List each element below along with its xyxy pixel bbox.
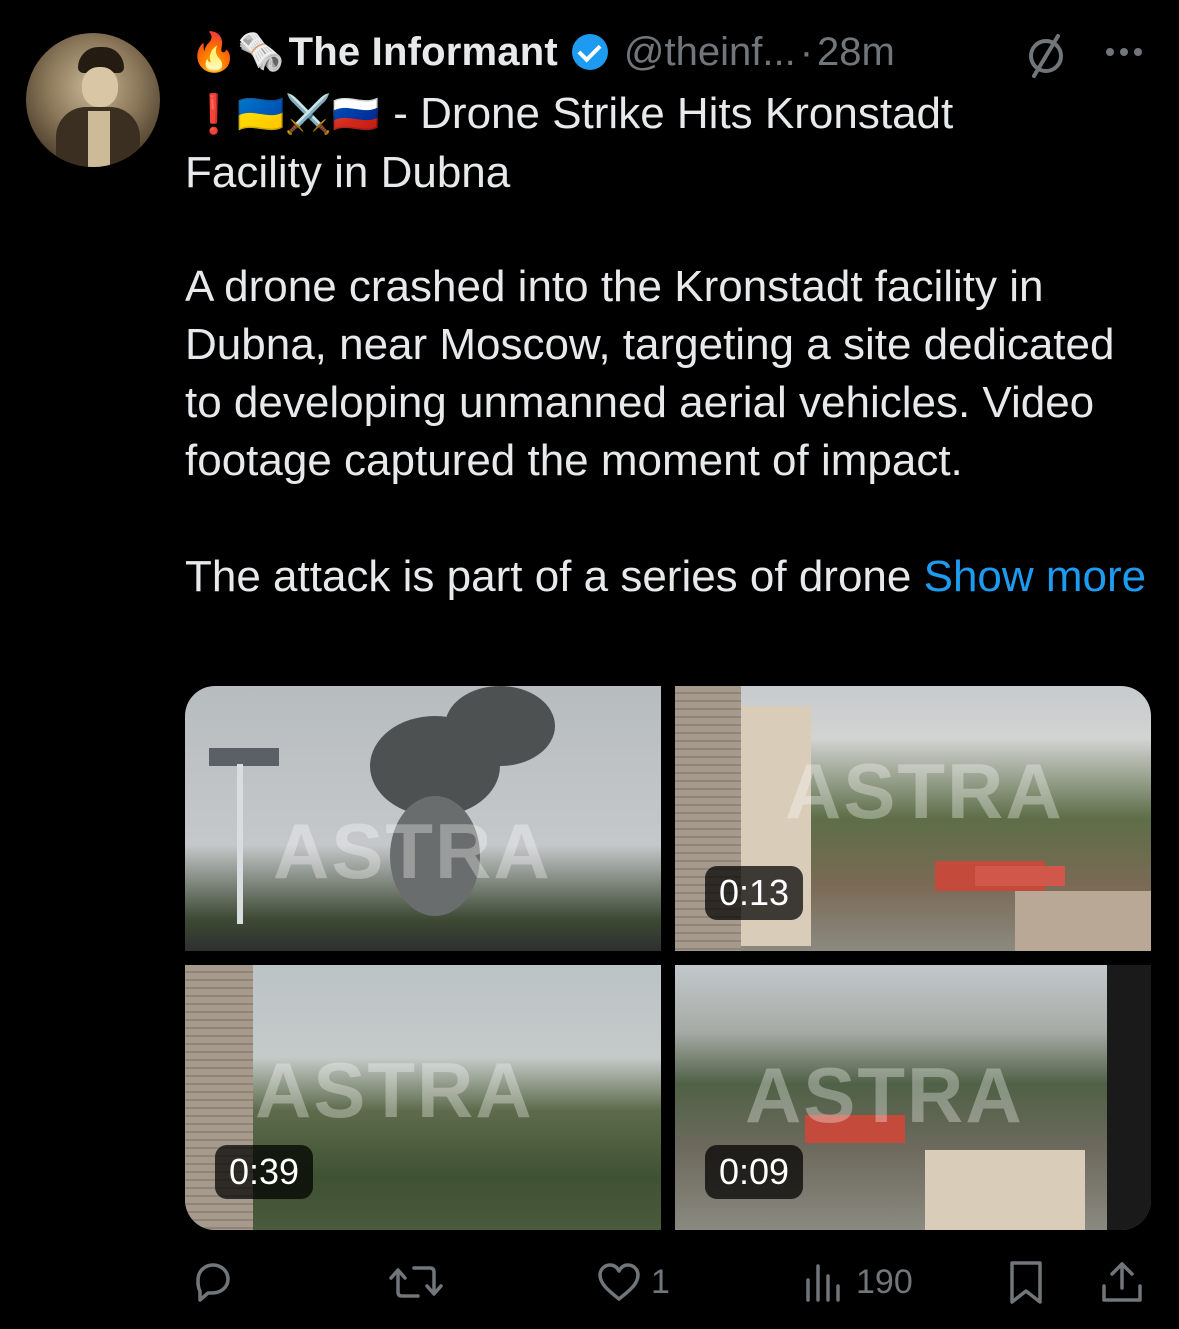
share-button[interactable] — [1098, 1250, 1146, 1314]
smoke-cloud — [445, 686, 555, 766]
author-handle[interactable]: @theinf... — [624, 30, 796, 75]
post-card[interactable]: 🔥🗞️ The Informant @theinf... · 28m ❗🇺🇦⚔️… — [0, 0, 1179, 1329]
views-bar-icon — [806, 1264, 840, 1302]
astra-watermark: ASTRA — [745, 1051, 1024, 1139]
author-name[interactable]: The Informant — [289, 30, 558, 75]
video-tile-4[interactable]: ASTRA 0:09 — [675, 965, 1151, 1230]
post-paragraph-1: A drone crashed into the Kronstadt facil… — [185, 262, 1115, 485]
building — [925, 1150, 1085, 1230]
avatar-shirt — [88, 111, 110, 167]
astra-watermark: ASTRA — [785, 747, 1064, 835]
post-title-continuation: Facility in Dubna — [185, 148, 511, 197]
astra-watermark: ASTRA — [273, 807, 552, 895]
building — [1015, 891, 1151, 951]
show-more-link[interactable]: Show more — [924, 552, 1147, 601]
post-paragraph-2: The attack is part of a series of drone … — [185, 548, 1160, 606]
more-dots-icon[interactable] — [1100, 28, 1148, 76]
share-icon — [1102, 1262, 1142, 1302]
like-button[interactable]: 1 — [595, 1250, 670, 1314]
like-count: 1 — [651, 1262, 670, 1301]
video-tile-3[interactable]: ASTRA 0:39 — [185, 965, 661, 1230]
red-roof — [975, 866, 1065, 886]
repost-icon — [389, 1266, 443, 1298]
slashed-circle-icon[interactable] — [1022, 30, 1070, 78]
avatar-face — [82, 67, 118, 107]
astra-watermark: ASTRA — [255, 1046, 534, 1134]
action-bar: 1 190 — [0, 1250, 1179, 1314]
video-duration: 0:09 — [705, 1145, 804, 1199]
views-button[interactable]: 190 — [800, 1250, 913, 1314]
video-tile-2[interactable]: ASTRA 0:13 — [675, 686, 1151, 951]
video-duration: 0:13 — [705, 866, 804, 920]
window-frame — [1107, 965, 1151, 1230]
name-emoji: 🔥🗞️ — [190, 30, 285, 74]
header-separator: · — [799, 29, 814, 74]
title-emoji: ❗🇺🇦⚔️🇷🇺 — [190, 92, 380, 136]
heart-icon — [598, 1263, 640, 1301]
bookmark-button[interactable] — [1002, 1250, 1050, 1314]
media-grid: ASTRA ASTRA 0:13 ASTRA 0:39 ASTRA 0:09 — [185, 686, 1151, 1230]
post-header: 🔥🗞️ The Informant @theinf... · 28m — [190, 24, 895, 80]
video-duration: 0:39 — [215, 1145, 314, 1199]
post-title-line: ❗🇺🇦⚔️🇷🇺 - Drone Strike Hits Kronstadt — [190, 84, 953, 144]
video-tile-1[interactable]: ASTRA — [185, 686, 661, 951]
views-count: 190 — [856, 1262, 913, 1301]
floodlight — [209, 748, 279, 766]
reply-icon — [196, 1263, 230, 1302]
verified-badge-icon — [571, 34, 608, 70]
post-title: - Drone Strike Hits Kronstadt — [393, 89, 954, 138]
post-paragraph-2-text: The attack is part of a series of drone — [185, 552, 924, 601]
bookmark-icon — [1010, 1261, 1042, 1304]
floodlight-pole — [237, 764, 243, 924]
repost-button[interactable] — [388, 1250, 452, 1314]
author-avatar[interactable] — [26, 33, 160, 167]
post-time[interactable]: 28m — [817, 30, 895, 75]
reply-button[interactable] — [188, 1250, 244, 1314]
